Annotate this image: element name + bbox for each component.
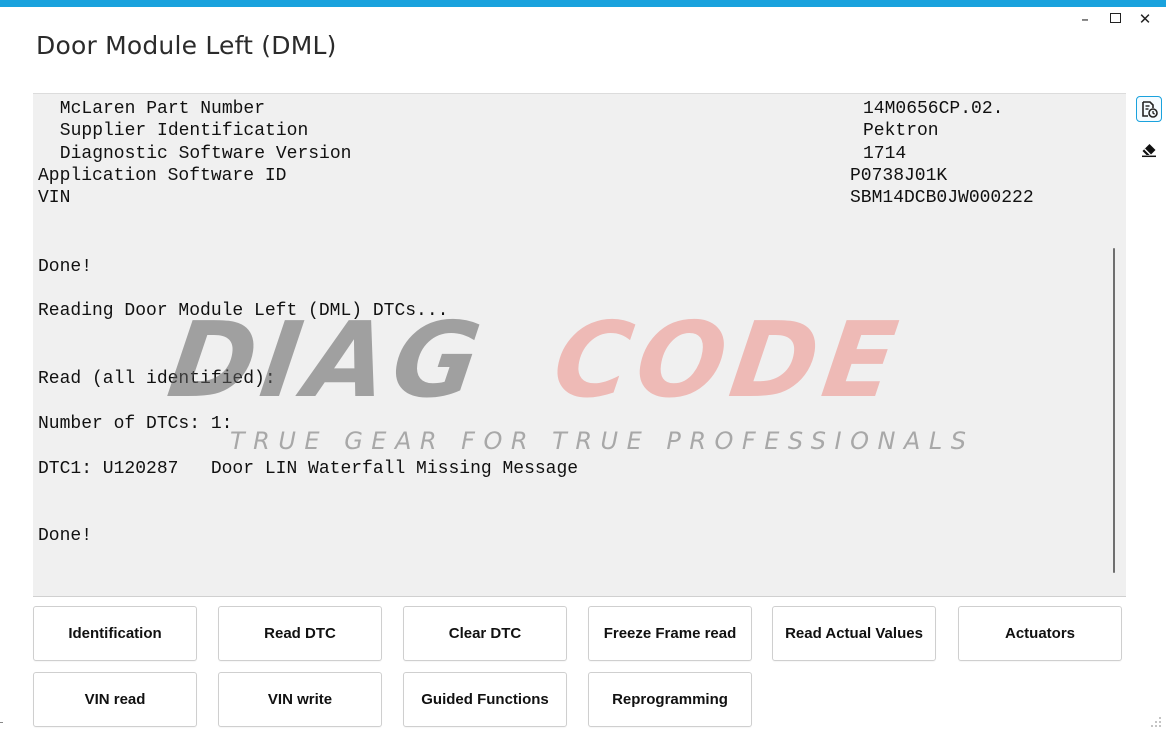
diagnostic-output-pane[interactable]: McLaren Part Number 14M0656CP.02. Suppli… — [33, 93, 1126, 597]
read-actual-values-button[interactable]: Read Actual Values — [772, 606, 936, 661]
output-line: Pektron — [863, 121, 939, 141]
output-scrollbar[interactable] — [1113, 248, 1115, 573]
output-line: Diagnostic Software Version — [49, 144, 352, 164]
edge-marker — [0, 722, 3, 723]
identification-button[interactable]: Identification — [33, 606, 197, 661]
output-line: Done! — [38, 526, 93, 546]
output-line: Number of DTCs: 1: — [38, 414, 233, 434]
output-line: Read (all identified): — [38, 369, 276, 389]
output-line: Reading Door Module Left (DML) DTCs... — [38, 301, 449, 321]
clear-dtc-button[interactable]: Clear DTC — [403, 606, 567, 661]
reprogramming-button[interactable]: Reprogramming — [588, 672, 752, 727]
output-line: 14M0656CP.02. — [863, 99, 1004, 119]
clear-log-button[interactable] — [1136, 136, 1162, 162]
output-line: DTC1: U120287 Door LIN Waterfall Missing… — [38, 459, 579, 479]
eraser-icon — [1142, 144, 1156, 158]
resize-grip-icon[interactable] — [1150, 716, 1162, 728]
export-log-icon — [1142, 101, 1158, 118]
vin-write-button[interactable]: VIN write — [218, 672, 382, 727]
freeze-frame-read-button[interactable]: Freeze Frame read — [588, 606, 752, 661]
vin-read-button[interactable]: VIN read — [33, 672, 197, 727]
minimize-button[interactable]: – — [1074, 8, 1096, 30]
export-log-button[interactable] — [1136, 96, 1162, 122]
window-accent-bar — [0, 0, 1166, 7]
read-dtc-button[interactable]: Read DTC — [218, 606, 382, 661]
minimize-icon: – — [1081, 10, 1089, 28]
output-line: 1714 — [863, 144, 907, 164]
output-line: McLaren Part Number — [49, 99, 266, 119]
actuators-button[interactable]: Actuators — [958, 606, 1122, 661]
maximize-button[interactable] — [1104, 8, 1126, 30]
maximize-icon — [1109, 13, 1121, 23]
guided-functions-button[interactable]: Guided Functions — [403, 672, 567, 727]
output-line: SBM14DCB0JW000222 — [850, 188, 1034, 208]
output-line: Application Software ID — [38, 166, 287, 186]
output-line: Done! — [38, 257, 93, 277]
page-title: Door Module Left (DML) — [36, 31, 337, 60]
close-button[interactable]: ✕ — [1134, 8, 1156, 30]
close-icon: ✕ — [1138, 10, 1152, 28]
output-line: P0738J01K — [850, 166, 948, 186]
output-line: VIN — [38, 188, 71, 208]
output-line: Supplier Identification — [49, 121, 309, 141]
